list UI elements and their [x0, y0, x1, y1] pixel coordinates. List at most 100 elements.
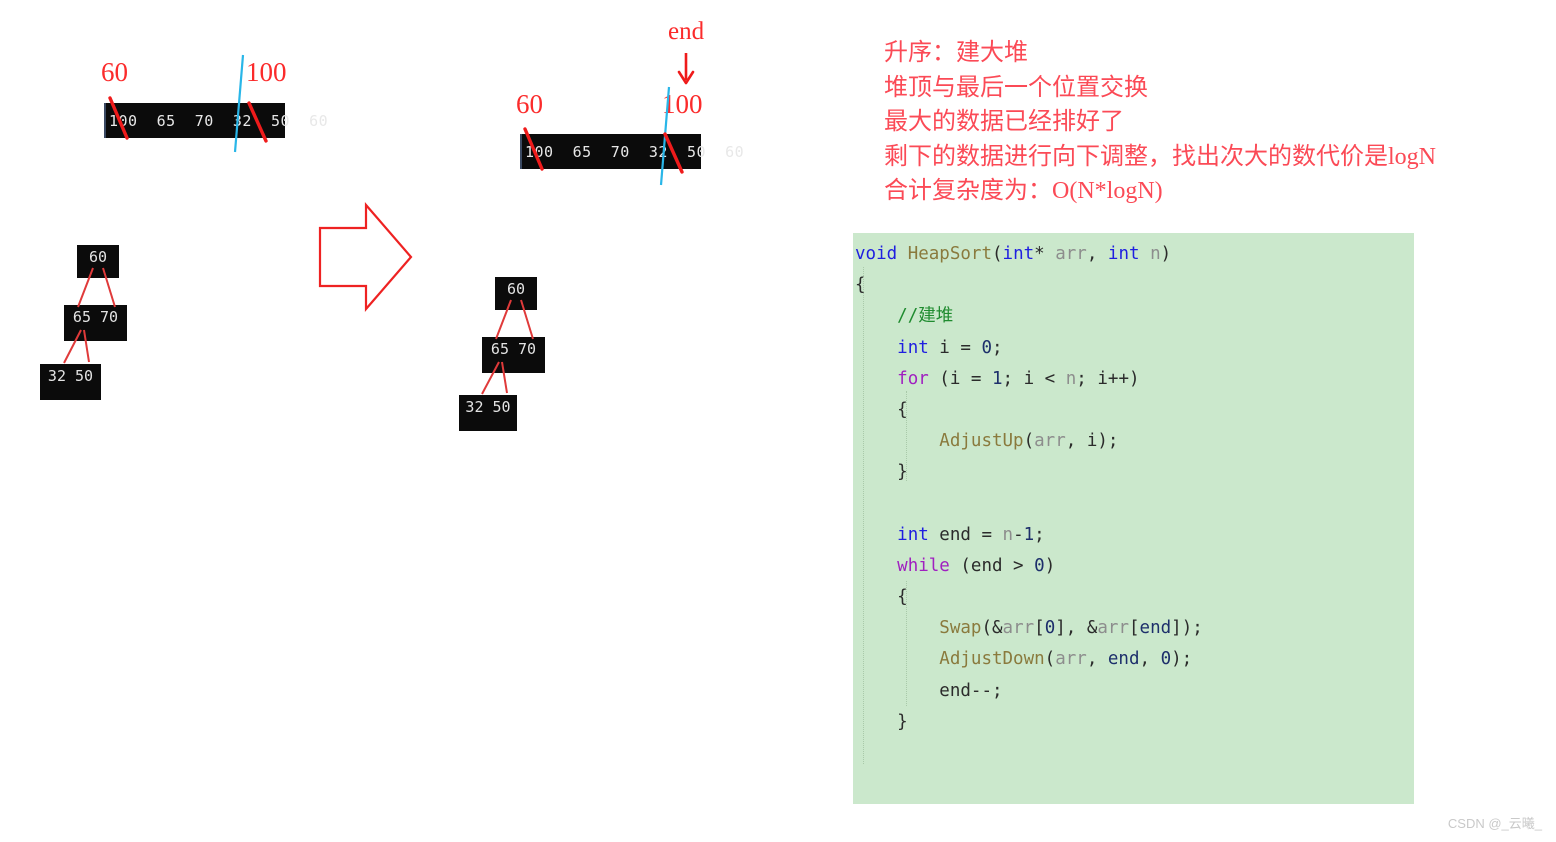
- code-token: 0: [981, 337, 992, 358]
- code-token: 0: [1160, 649, 1172, 670]
- explanation-notes: 升序：建大堆 堆顶与最后一个位置交换 最大的数据已经排好了 剩下的数据进行向下调…: [884, 36, 1436, 209]
- code-token: ;: [992, 337, 1003, 358]
- code-token: 0: [1044, 618, 1056, 639]
- code-token: [: [1034, 618, 1045, 639]
- code-token: ): [1044, 555, 1056, 576]
- code-block: void HeapSort(int* arr, int n){ //建堆 int…: [853, 233, 1414, 804]
- array-after: 100 65 70 32 50 60: [520, 134, 744, 169]
- code-line-6: {: [853, 395, 1414, 426]
- indent-guide-3: [906, 581, 907, 706]
- note-line-1: 升序：建大堆: [884, 40, 1028, 66]
- code-line-8: }: [853, 457, 1414, 488]
- code-token: //建堆: [897, 306, 954, 327]
- code-token: end--;: [939, 680, 1003, 701]
- code-token: end =: [928, 524, 1003, 545]
- code-token: , i);: [1065, 431, 1119, 452]
- code-token: (end >: [949, 555, 1035, 576]
- array-before: 100 65 70 32 50 60: [104, 103, 328, 138]
- code-token: ,: [1086, 244, 1108, 264]
- tree-before-node-level2: 65 70: [64, 305, 127, 341]
- code-line-3: //建堆: [853, 301, 1414, 332]
- code-token: arr: [1055, 649, 1087, 670]
- tree-before-node-root: 60: [77, 245, 119, 278]
- note-line-5: 合计复杂度为：O(N*logN): [884, 178, 1163, 204]
- code-token: (i =: [928, 368, 992, 389]
- code-line-7: AdjustUp(arr, i);: [853, 426, 1414, 457]
- code-token: ,: [1086, 649, 1108, 670]
- note-line-4: 剩下的数据进行向下调整，找出次大的数代价是logN: [884, 143, 1436, 170]
- code-line-16: }: [853, 707, 1414, 738]
- code-token: ]);: [1171, 618, 1203, 639]
- indent-guide-2: [906, 391, 907, 481]
- code-line-1: void HeapSort(int* arr, int n): [853, 239, 1414, 270]
- code-line-15: end--;: [853, 676, 1414, 707]
- code-token: HeapSort: [907, 244, 992, 264]
- code-content: void HeapSort(int* arr, int n){ //建堆 int…: [853, 239, 1414, 804]
- code-token: ; i++): [1076, 368, 1140, 389]
- code-token: (: [1023, 431, 1035, 452]
- code-token: ): [1160, 244, 1172, 264]
- code-line-5: for (i = 1; i < n; i++): [853, 364, 1414, 395]
- code-token: int: [1002, 244, 1035, 264]
- code-token: );: [1171, 649, 1193, 670]
- code-token: AdjustUp: [939, 431, 1024, 452]
- code-token: int: [1107, 244, 1140, 264]
- code-token: n: [1150, 244, 1161, 264]
- code-token: AdjustDown: [939, 649, 1045, 670]
- array-after-label-left: 60: [516, 89, 543, 119]
- code-token: 1: [991, 368, 1003, 389]
- transition-arrow: [318, 202, 413, 312]
- code-line-19: }: [853, 800, 1414, 804]
- code-token: ; i <: [1002, 368, 1066, 389]
- array-before-label-left: 60: [101, 57, 128, 87]
- end-pointer-label: end: [668, 18, 705, 45]
- code-line-11: while (end > 0): [853, 551, 1414, 582]
- tree-after-node-root: 60: [495, 277, 537, 310]
- code-token: end: [1139, 618, 1172, 639]
- code-line-4: int i = 0;: [853, 333, 1414, 364]
- code-token: int: [897, 337, 929, 358]
- code-token: (: [1044, 649, 1056, 670]
- code-token: ;: [1034, 524, 1045, 545]
- code-token: ], &: [1055, 618, 1098, 639]
- code-token: arr: [1055, 244, 1087, 264]
- code-line-14: AdjustDown(arr, end, 0);: [853, 644, 1414, 675]
- code-token: (&: [981, 618, 1003, 639]
- code-token: n: [1065, 368, 1077, 389]
- indent-guide-1: [863, 267, 864, 764]
- code-token: arr: [1034, 431, 1066, 452]
- code-token: arr: [1097, 618, 1129, 639]
- code-token: 0: [1034, 555, 1045, 576]
- code-token: for: [897, 368, 929, 389]
- code-token: n: [1002, 524, 1014, 545]
- code-line-2: {: [853, 270, 1414, 301]
- csdn-watermark: CSDN @_云曦_: [1447, 816, 1542, 831]
- code-line-12: {: [853, 582, 1414, 613]
- code-token: end: [1107, 649, 1140, 670]
- note-line-3: 最大的数据已经排好了: [884, 109, 1124, 135]
- array-before-label-right: 100: [246, 57, 287, 87]
- code-token: *: [1034, 244, 1056, 264]
- code-token: [: [1129, 618, 1140, 639]
- code-line-13: Swap(&arr[0], &arr[end]);: [853, 613, 1414, 644]
- array-after-label-right: 100: [662, 89, 703, 119]
- code-token: -: [1013, 524, 1024, 545]
- code-token: int: [897, 524, 929, 545]
- code-line-10: int end = n-1;: [853, 520, 1414, 551]
- code-token: void: [855, 244, 898, 264]
- code-token: 1: [1023, 524, 1035, 545]
- code-token: while: [897, 555, 950, 576]
